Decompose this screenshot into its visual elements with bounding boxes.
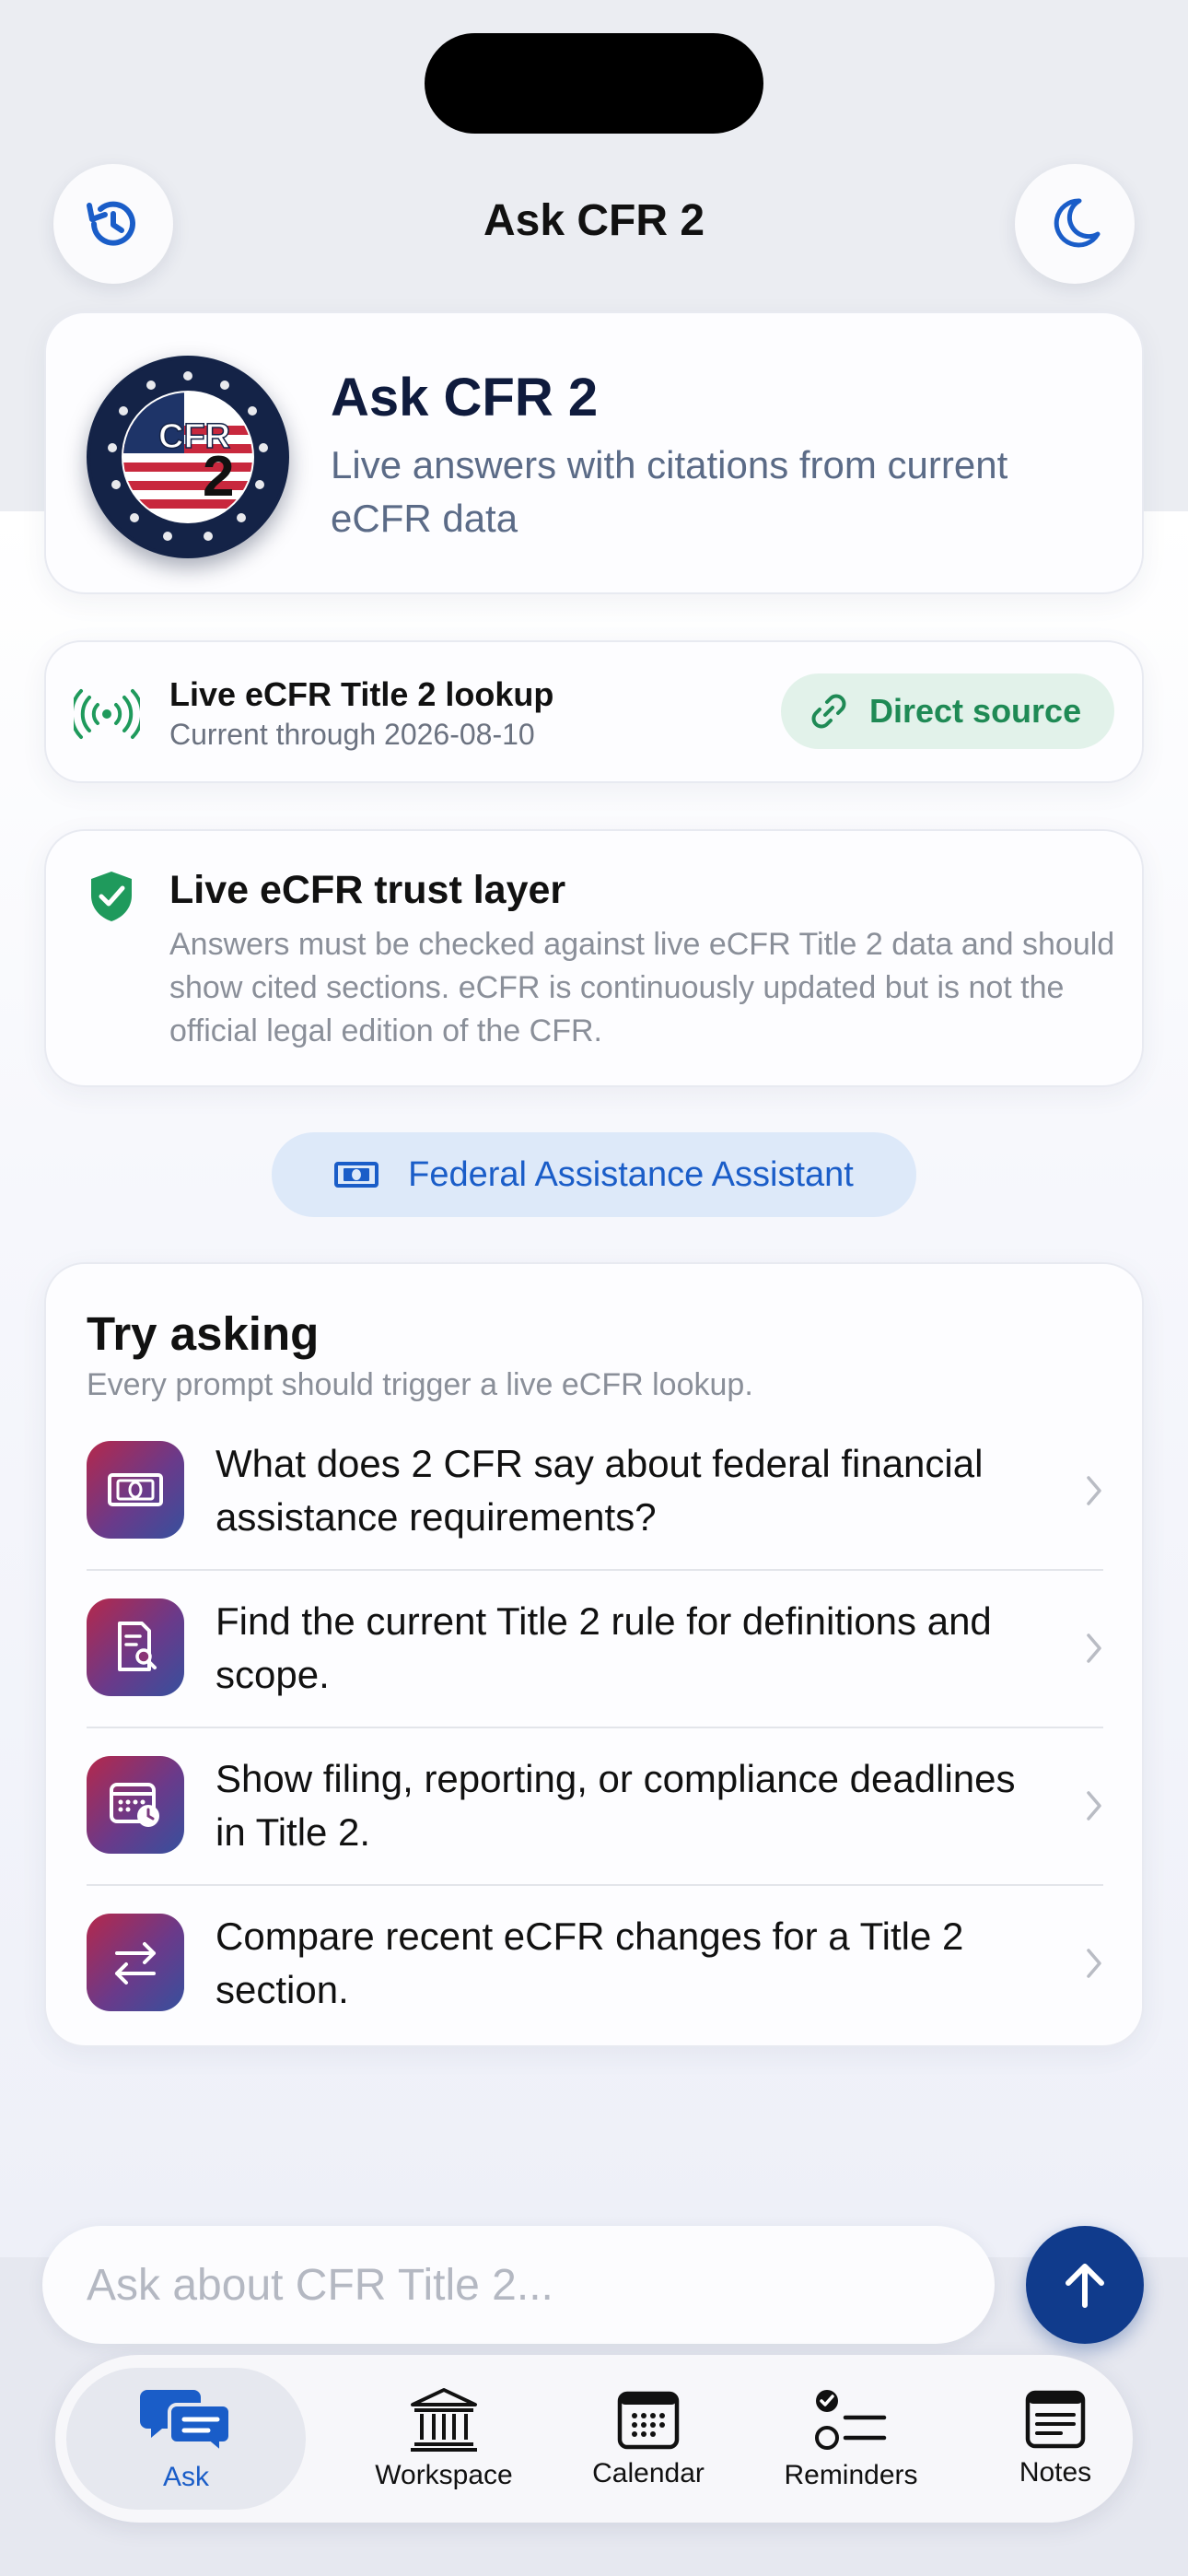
building-columns-icon — [411, 2388, 477, 2452]
prompt-text: Compare recent eCFR changes for a Title … — [215, 1914, 964, 2011]
lookup-status-card: Live eCFR Title 2 lookup Current through… — [44, 640, 1144, 783]
prompt-text: Show filing, reporting, or compliance de… — [215, 1757, 1016, 1854]
trust-title: Live eCFR trust layer — [169, 868, 566, 912]
try-asking-card: Try asking Every prompt should trigger a… — [44, 1262, 1144, 2047]
chevron-right-icon — [1087, 1476, 1101, 1505]
prompt-icon-tile — [87, 1756, 184, 1854]
prompt-text: What does 2 CFR say about federal financ… — [215, 1442, 984, 1539]
prompt-item[interactable]: Compare recent eCFR changes for a Title … — [87, 1886, 1103, 2043]
page-title: Ask CFR 2 — [483, 196, 705, 245]
notes-icon — [1025, 2390, 1086, 2449]
hero-subtitle: Live answers with citations from current… — [331, 443, 1008, 540]
trust-body: Answers must be checked against live eCF… — [169, 927, 1115, 1048]
hero-title: Ask CFR 2 — [331, 368, 599, 427]
tab-ask[interactable]: Ask — [66, 2368, 306, 2510]
tab-label: Reminders — [784, 2460, 918, 2490]
prompt-text: Find the current Title 2 rule for defini… — [215, 1599, 992, 1696]
tab-label: Workspace — [375, 2460, 513, 2490]
dynamic-island — [425, 33, 763, 134]
link-icon — [811, 694, 846, 729]
try-asking-subtitle: Every prompt should trigger a live eCFR … — [87, 1367, 753, 1402]
tab-calendar[interactable]: Calendar — [549, 2368, 748, 2510]
prompt-item[interactable]: Show filing, reporting, or compliance de… — [87, 1728, 1103, 1886]
lookup-title: Live eCFR Title 2 lookup — [169, 675, 554, 713]
banknote-icon — [108, 1473, 163, 1506]
chevron-right-icon — [1087, 1633, 1101, 1663]
tab-reminders[interactable]: Reminders — [751, 2368, 950, 2510]
federal-assistance-assistant-button[interactable]: Federal Assistance Assistant — [272, 1132, 916, 1217]
prompt-item[interactable]: Find the current Title 2 rule for defini… — [87, 1571, 1103, 1728]
chat-bubbles-icon — [140, 2390, 232, 2454]
shield-check-icon — [91, 872, 132, 921]
direct-source-button[interactable]: Direct source — [781, 673, 1114, 749]
tab-label: Ask — [162, 2462, 209, 2492]
try-asking-title: Try asking — [87, 1307, 320, 1360]
send-button[interactable] — [1026, 2226, 1144, 2344]
logo-badge: 2 — [203, 445, 234, 509]
ask-input[interactable]: Ask about CFR Title 2... — [42, 2226, 995, 2344]
document-search-icon — [118, 1622, 157, 1671]
chevron-right-icon — [1087, 1791, 1101, 1821]
calendar-icon — [617, 2391, 680, 2450]
seal-logo-image: CFR 2 — [90, 359, 285, 555]
tab-label: Notes — [1019, 2457, 1092, 2488]
broadcast-icon — [74, 689, 140, 739]
lookup-date: Current through 2026-08-10 — [169, 718, 535, 751]
prompt-item[interactable]: What does 2 CFR say about federal financ… — [87, 1413, 1103, 1571]
banknote-icon — [334, 1162, 379, 1188]
assistant-label: Federal Assistance Assistant — [408, 1154, 854, 1194]
tab-notes[interactable]: Notes — [956, 2368, 1155, 2510]
trust-layer-card: Live eCFR trust layer Answers must be ch… — [44, 829, 1144, 1087]
history-button[interactable] — [53, 164, 173, 284]
arrow-up-icon — [1066, 2264, 1104, 2308]
tab-label: Calendar — [592, 2458, 705, 2488]
compare-arrows-icon — [115, 1942, 156, 1985]
moon-icon — [1054, 198, 1101, 248]
app-logo: CFR 2 — [87, 356, 289, 558]
checklist-icon — [815, 2390, 887, 2450]
prompt-icon-tile — [87, 1441, 184, 1539]
prompt-icon-tile — [87, 1914, 184, 2011]
chevron-right-icon — [1087, 1949, 1101, 1978]
history-icon — [87, 201, 135, 246]
hero-card: CFR 2 Ask CFR 2 Live answers with citati… — [44, 311, 1144, 594]
direct-source-label: Direct source — [869, 692, 1082, 730]
tab-bar: Ask Workspace Calendar Reminders Notes — [55, 2355, 1133, 2523]
calendar-clock-icon — [110, 1783, 159, 1827]
prompt-icon-tile — [87, 1598, 184, 1696]
theme-toggle-button[interactable] — [1015, 164, 1135, 284]
tab-workspace[interactable]: Workspace — [344, 2368, 543, 2510]
